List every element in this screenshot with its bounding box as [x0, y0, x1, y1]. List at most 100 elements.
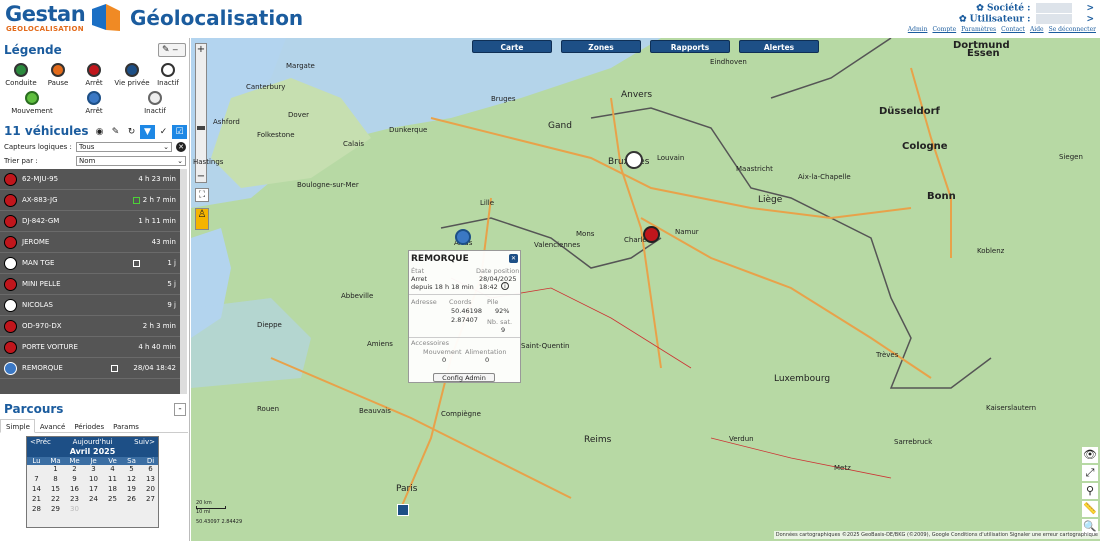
close-icon[interactable]: ✕: [509, 254, 518, 263]
calendar-day[interactable]: 4: [103, 465, 122, 473]
calendar-day[interactable]: 1: [46, 465, 65, 473]
tab-simple[interactable]: Simple: [0, 419, 35, 433]
vehicle-list: 62-MJU-95 4 h 23 min AX-883-JG 2 h 7 min D…: [0, 169, 187, 394]
link-deconnecter[interactable]: Se déconnecter: [1049, 26, 1096, 33]
location-marker-icon[interactable]: [397, 504, 409, 516]
vehicle-marker-blue[interactable]: [455, 229, 471, 245]
calendar-day[interactable]: 18: [103, 485, 122, 493]
ruler-icon[interactable]: 📏: [1082, 501, 1098, 517]
calendar-day[interactable]: 22: [46, 495, 65, 503]
calendar-next[interactable]: Suiv>: [134, 437, 155, 447]
zoom-out-icon[interactable]: −: [196, 171, 206, 182]
trier-select[interactable]: Nom ⌄: [76, 156, 186, 166]
calendar-day[interactable]: 25: [103, 495, 122, 503]
calendar-day[interactable]: 24: [84, 495, 103, 503]
city-label: Calais: [343, 140, 365, 148]
vehicle-row[interactable]: PORTE VOITURE 4 h 40 min: [0, 337, 180, 358]
city-label: Louvain: [657, 154, 685, 162]
eye-icon[interactable]: 👁: [1082, 447, 1098, 463]
calendar-day[interactable]: 12: [122, 475, 141, 483]
calendar-day[interactable]: 8: [46, 475, 65, 483]
map-button-zones[interactable]: Zones: [561, 40, 641, 53]
mouvement-icon: [25, 91, 39, 105]
gauge-icon[interactable]: ◉: [92, 125, 107, 139]
vehicle-row[interactable]: MINI PELLE 5 j: [0, 274, 180, 295]
vehicle-row[interactable]: OD-970-DX 2 h 3 min: [0, 316, 180, 337]
calendar-day[interactable]: 26: [122, 495, 141, 503]
vehicle-row[interactable]: REMORQUE 28/04 18:42: [0, 358, 180, 379]
calendar-day[interactable]: 2: [65, 465, 84, 473]
expand-icon[interactable]: ⤢: [1082, 465, 1098, 481]
link-compte[interactable]: Compte: [932, 26, 956, 33]
calendar-today[interactable]: Aujourd'hui: [73, 438, 113, 446]
calendar-day[interactable]: 21: [27, 495, 46, 503]
route-icon[interactable]: ⚲: [1082, 483, 1098, 499]
city-label: Bonn: [927, 191, 956, 202]
filter-icon[interactable]: ▼: [140, 125, 155, 139]
link-admin[interactable]: Admin: [908, 26, 928, 33]
city-label: Verdun: [729, 435, 754, 443]
city-label: Beauvais: [359, 407, 391, 415]
calendar-day[interactable]: 20: [141, 485, 160, 493]
streetview-pegman-icon[interactable]: ♙: [195, 208, 209, 230]
capteurs-select[interactable]: Tous ⌄: [76, 142, 172, 152]
zoom-in-icon[interactable]: +: [196, 44, 206, 55]
popup-sat-value: 9: [501, 326, 506, 334]
calendar-day[interactable]: 13: [141, 475, 160, 483]
calendar-day[interactable]: 17: [84, 485, 103, 493]
vehicle-marker-white[interactable]: [625, 151, 643, 169]
vehicle-row[interactable]: MAN TGE 1 j: [0, 253, 180, 274]
vehicle-row[interactable]: DJ-842-GM 1 h 11 min: [0, 211, 180, 232]
vehicle-row[interactable]: 62-MJU-95 4 h 23 min: [0, 169, 180, 190]
legend-edit-button[interactable]: ✎ ‒: [158, 43, 186, 57]
calendar-day[interactable]: 14: [27, 485, 46, 493]
edit-icon[interactable]: ✎: [108, 125, 123, 139]
vehicle-marker-red[interactable]: [643, 226, 660, 243]
refresh-icon[interactable]: ↻: [124, 125, 139, 139]
calendar-day[interactable]: 30: [65, 505, 84, 513]
clear-icon[interactable]: ✕: [176, 142, 186, 152]
calendar-day[interactable]: 15: [46, 485, 65, 493]
config-admin-button[interactable]: Config Admin: [433, 373, 495, 382]
vehicle-row[interactable]: NICOLAS 9 j: [0, 295, 180, 316]
parcours-collapse-button[interactable]: -: [174, 403, 186, 416]
tab-periodes[interactable]: Périodes: [69, 420, 108, 434]
vehicle-row[interactable]: AX-883-JG 2 h 7 min: [0, 190, 180, 211]
info-icon[interactable]: i: [501, 282, 509, 290]
calendar-day[interactable]: 27: [141, 495, 160, 503]
link-parametres[interactable]: Paramètres: [961, 26, 996, 33]
map[interactable]: Carte Zones Rapports Alertes + − ⛶ ♙ Ess…: [191, 38, 1100, 541]
calendar-prev[interactable]: <Préc: [30, 437, 51, 447]
map-button-carte[interactable]: Carte: [472, 40, 552, 53]
tab-avance[interactable]: Avancé: [35, 420, 69, 434]
calendar-day[interactable]: 11: [103, 475, 122, 483]
calendar-day[interactable]: 19: [122, 485, 141, 493]
calendar-day[interactable]: 23: [65, 495, 84, 503]
zoom-handle[interactable]: [197, 126, 205, 130]
utilisateur-selector[interactable]: ✿ Utilisateur : >: [959, 14, 1094, 25]
city-label: Sarrebruck: [894, 438, 933, 446]
trier-label: Trier par :: [4, 157, 38, 165]
calendar-day[interactable]: 9: [65, 475, 84, 483]
check-all-icon[interactable]: ☑: [172, 125, 187, 139]
link-aide[interactable]: Aide: [1030, 26, 1044, 33]
vehicle-list-scrollbar[interactable]: [180, 169, 187, 394]
map-button-alertes[interactable]: Alertes: [739, 40, 819, 53]
link-contact[interactable]: Contact: [1001, 26, 1025, 33]
calendar-day[interactable]: 3: [84, 465, 103, 473]
popup-title: REMORQUE: [411, 254, 469, 264]
calendar-day[interactable]: 5: [122, 465, 141, 473]
tab-params[interactable]: Params: [108, 420, 143, 434]
calendar-day[interactable]: 28: [27, 505, 46, 513]
check-icon[interactable]: ✓: [156, 125, 171, 139]
calendar-day[interactable]: 29: [46, 505, 65, 513]
societe-selector[interactable]: ✿ Société : >: [976, 3, 1094, 14]
calendar-day[interactable]: 6: [141, 465, 160, 473]
fullscreen-icon[interactable]: ⛶: [195, 188, 209, 202]
calendar-day[interactable]: 10: [84, 475, 103, 483]
calendar-day[interactable]: 16: [65, 485, 84, 493]
calendar-day[interactable]: 7: [27, 475, 46, 483]
city-label: Liège: [758, 195, 783, 205]
map-button-rapports[interactable]: Rapports: [650, 40, 730, 53]
vehicle-row[interactable]: JEROME 43 min: [0, 232, 180, 253]
